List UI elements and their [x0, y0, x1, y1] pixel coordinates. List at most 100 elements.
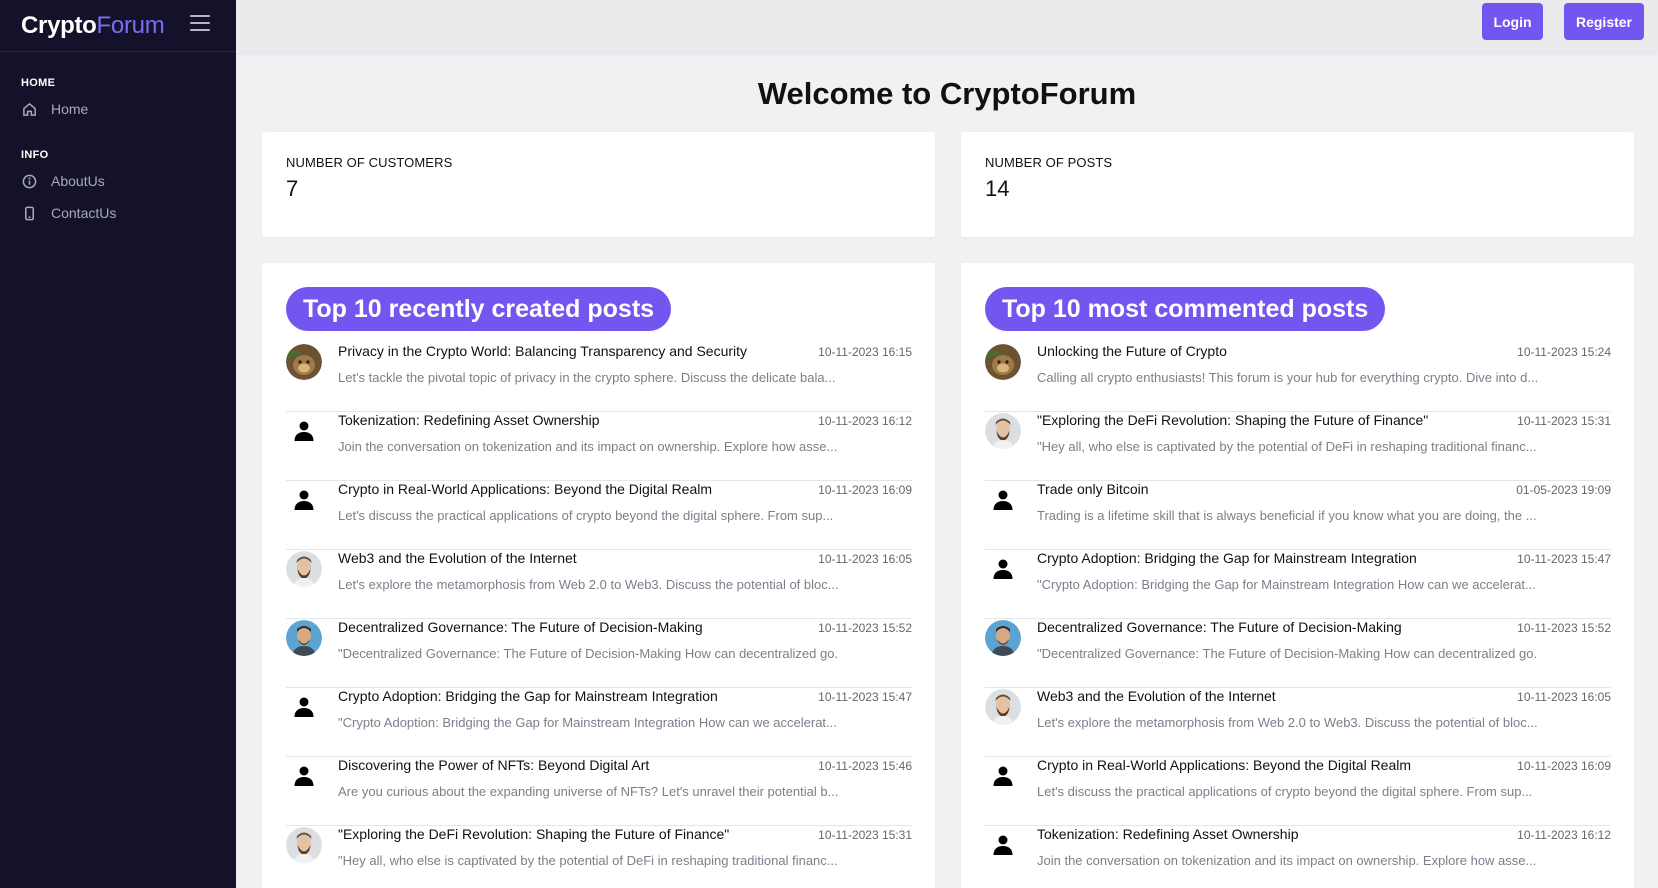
sidebar-item-label: AboutUs: [51, 173, 105, 189]
post-date: 10-11-2023 15:31: [1517, 414, 1611, 428]
recent-posts-list: Privacy in the Crypto World: Balancing T…: [286, 343, 912, 888]
stat-label: NUMBER OF CUSTOMERS: [286, 155, 453, 170]
post-title[interactable]: Decentralized Governance: The Future of …: [338, 619, 793, 635]
post-title[interactable]: Privacy in the Crypto World: Balancing T…: [338, 343, 793, 359]
post-row[interactable]: Decentralized Governance: The Future of …: [985, 619, 1611, 688]
sidebar-section-home: HOME Home: [0, 77, 236, 125]
phone-icon: [21, 205, 37, 221]
post-row[interactable]: "Exploring the DeFi Revolution: Shaping …: [985, 412, 1611, 481]
sidebar-item-contactus[interactable]: ContactUs: [0, 197, 236, 229]
post-date: 10-11-2023 15:52: [1517, 621, 1611, 635]
post-date: 10-11-2023 16:15: [818, 345, 912, 359]
user-icon: [985, 551, 1021, 587]
register-button[interactable]: Register: [1564, 3, 1644, 40]
post-excerpt: Let's explore the metamorphosis from Web…: [338, 577, 838, 592]
sidebar: CryptoForum HOME Home INFO AboutUs Conta…: [0, 0, 236, 888]
post-date: 10-11-2023 16:12: [818, 414, 912, 428]
post-date: 10-11-2023 16:05: [1517, 690, 1611, 704]
post-excerpt: "Hey all, who else is captivated by the …: [1037, 439, 1537, 454]
user-icon: [286, 758, 322, 794]
sidebar-item-aboutus[interactable]: AboutUs: [0, 165, 236, 197]
post-title[interactable]: Trade only Bitcoin: [1037, 481, 1492, 497]
brand-bar: CryptoForum: [0, 0, 236, 52]
sidebar-heading-info: INFO: [21, 149, 49, 161]
post-excerpt: Trading is a lifetime skill that is alwa…: [1037, 508, 1537, 523]
post-excerpt: Join the conversation on tokenization an…: [1037, 853, 1537, 868]
post-row[interactable]: Discovering the Power of NFTs: Beyond Di…: [286, 757, 912, 826]
post-excerpt: Let's discuss the practical applications…: [338, 508, 834, 523]
sidebar-item-label: ContactUs: [51, 205, 117, 221]
post-date: 10-11-2023 16:12: [1517, 828, 1611, 842]
post-title[interactable]: Crypto Adoption: Bridging the Gap for Ma…: [1037, 550, 1492, 566]
post-date: 01-05-2023 19:09: [1516, 483, 1611, 497]
post-row[interactable]: Privacy in the Crypto World: Balancing T…: [286, 343, 912, 412]
post-title[interactable]: Crypto in Real-World Applications: Beyon…: [338, 481, 793, 497]
post-date: 10-11-2023 15:47: [1517, 552, 1611, 566]
post-row[interactable]: Tokenization: Redefining Asset Ownership…: [985, 826, 1611, 888]
bearded-man-avatar: [286, 827, 322, 863]
post-title[interactable]: Unlocking the Future of Crypto: [1037, 343, 1492, 359]
post-date: 10-11-2023 15:46: [818, 759, 912, 773]
post-row[interactable]: Decentralized Governance: The Future of …: [286, 619, 912, 688]
post-title[interactable]: Crypto Adoption: Bridging the Gap for Ma…: [338, 688, 793, 704]
sidebar-item-label: Home: [51, 101, 89, 117]
post-row[interactable]: Web3 and the Evolution of the Internet 10…: [985, 688, 1611, 757]
post-title[interactable]: Discovering the Power of NFTs: Beyond Di…: [338, 757, 793, 773]
recent-posts-heading: Top 10 recently created posts: [286, 287, 672, 331]
post-excerpt: Are you curious about the expanding univ…: [338, 784, 838, 799]
post-row[interactable]: Web3 and the Evolution of the Internet 10…: [286, 550, 912, 619]
post-excerpt: "Decentralized Governance: The Future of…: [1037, 646, 1537, 661]
bearded-man-avatar: [985, 413, 1021, 449]
top-bar: Login Register: [236, 0, 1658, 52]
post-date: 10-11-2023 15:24: [1517, 345, 1611, 359]
sidebar-heading-home: HOME: [21, 77, 56, 89]
stat-value: 7: [286, 176, 299, 201]
user-icon: [985, 482, 1021, 518]
stat-card-posts: NUMBER OF POSTS 14: [961, 132, 1634, 237]
man-blue-bg-avatar: [286, 620, 322, 656]
post-row[interactable]: Crypto in Real-World Applications: Beyon…: [286, 481, 912, 550]
post-title[interactable]: "Exploring the DeFi Revolution: Shaping …: [338, 826, 793, 842]
page-title: Welcome to CryptoForum: [757, 76, 1137, 111]
post-excerpt: Let's explore the metamorphosis from Web…: [1037, 715, 1537, 730]
post-row[interactable]: Crypto in Real-World Applications: Beyon…: [985, 757, 1611, 826]
post-title[interactable]: Crypto in Real-World Applications: Beyon…: [1037, 757, 1492, 773]
post-date: 10-11-2023 16:09: [1517, 759, 1611, 773]
brand-name: Crypto: [21, 11, 97, 39]
post-row[interactable]: Trade only Bitcoin 01-05-2023 19:09 Tradin…: [985, 481, 1611, 550]
post-row[interactable]: "Exploring the DeFi Revolution: Shaping …: [286, 826, 912, 888]
user-icon: [985, 758, 1021, 794]
post-title[interactable]: Web3 and the Evolution of the Internet: [338, 550, 793, 566]
stat-value: 14: [985, 176, 1010, 201]
post-excerpt: Join the conversation on tokenization an…: [338, 439, 838, 454]
monkey-avatar: [985, 344, 1021, 380]
post-row[interactable]: Unlocking the Future of Crypto 10-11-2023…: [985, 343, 1611, 412]
brand-logo[interactable]: CryptoForum: [21, 11, 165, 40]
stat-card-customers: NUMBER OF CUSTOMERS 7: [262, 132, 935, 237]
brand-accent: Forum: [96, 11, 165, 39]
post-excerpt: "Decentralized Governance: The Future of…: [338, 646, 838, 661]
post-date: 10-11-2023 16:05: [818, 552, 912, 566]
post-excerpt: Let's tackle the pivotal topic of privac…: [338, 370, 836, 385]
stat-label: NUMBER OF POSTS: [985, 155, 1113, 170]
post-title[interactable]: Decentralized Governance: The Future of …: [1037, 619, 1492, 635]
post-row[interactable]: Tokenization: Redefining Asset Ownership…: [286, 412, 912, 481]
user-icon: [985, 827, 1021, 863]
post-title[interactable]: "Exploring the DeFi Revolution: Shaping …: [1037, 412, 1492, 428]
hamburger-menu-icon[interactable]: [190, 15, 210, 31]
post-excerpt: Calling all crypto enthusiasts! This for…: [1037, 370, 1537, 385]
post-date: 10-11-2023 16:09: [818, 483, 912, 497]
post-row[interactable]: Crypto Adoption: Bridging the Gap for Ma…: [985, 550, 1611, 619]
man-blue-bg-avatar: [985, 620, 1021, 656]
login-button[interactable]: Login: [1482, 3, 1543, 40]
post-date: 10-11-2023 15:47: [818, 690, 912, 704]
bearded-man-avatar: [286, 551, 322, 587]
post-excerpt: Let's discuss the practical applications…: [1037, 784, 1533, 799]
user-icon: [286, 413, 322, 449]
sidebar-item-home[interactable]: Home: [0, 93, 236, 125]
post-title[interactable]: Tokenization: Redefining Asset Ownership: [1037, 826, 1492, 842]
post-row[interactable]: Crypto Adoption: Bridging the Gap for Ma…: [286, 688, 912, 757]
post-title[interactable]: Web3 and the Evolution of the Internet: [1037, 688, 1492, 704]
user-icon: [286, 482, 322, 518]
post-title[interactable]: Tokenization: Redefining Asset Ownership: [338, 412, 793, 428]
